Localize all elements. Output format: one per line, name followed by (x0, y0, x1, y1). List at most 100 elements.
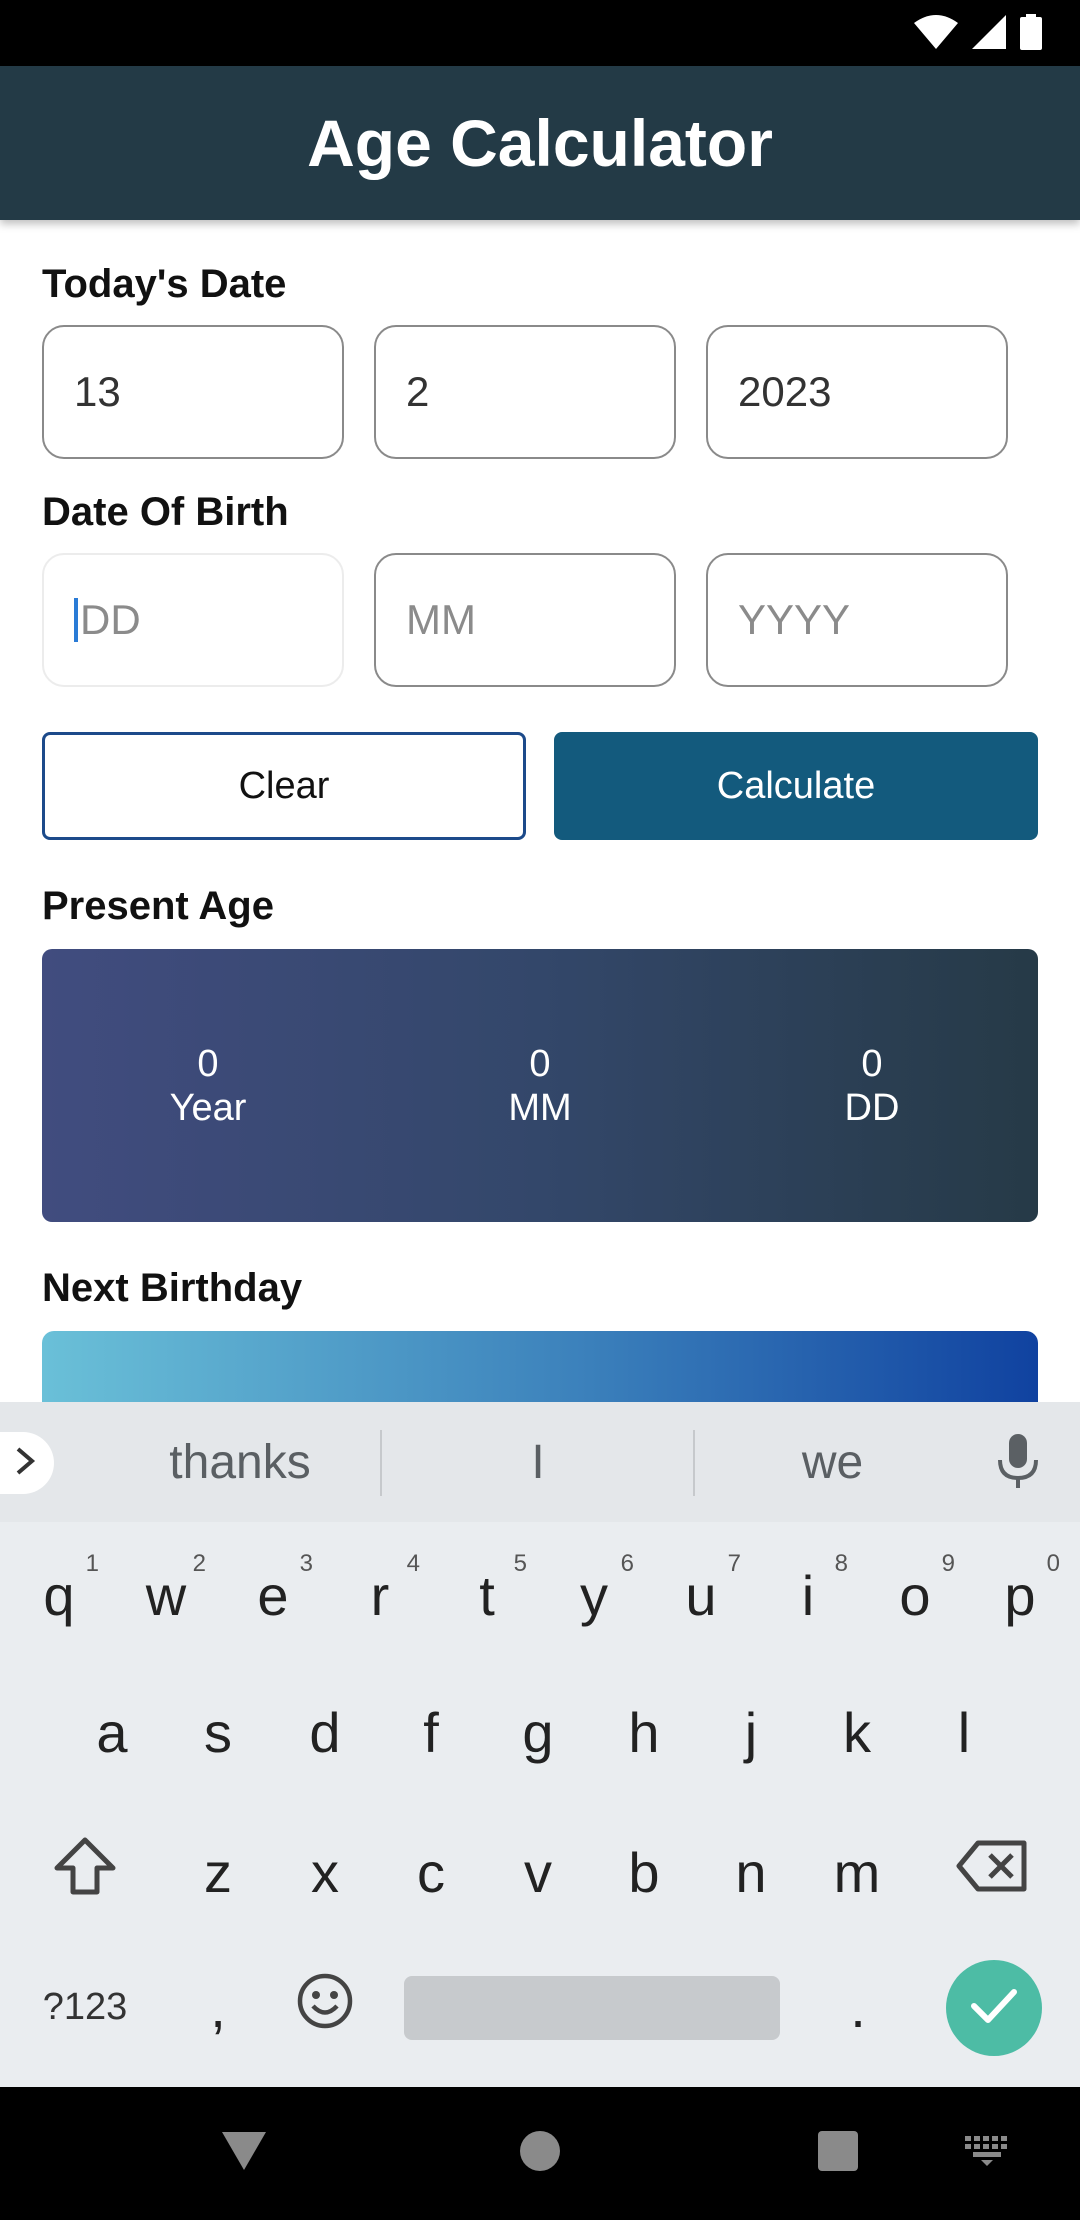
back-triangle-icon (220, 2130, 268, 2177)
birth-day-field[interactable]: DD (42, 553, 344, 687)
key-hint: 4 (406, 1550, 420, 1577)
emoji-icon (296, 1972, 354, 2043)
key-a[interactable]: a (62, 1677, 162, 1787)
key-l[interactable]: l (914, 1677, 1014, 1787)
recents-button[interactable] (798, 2087, 878, 2220)
chevron-right-icon (12, 1446, 38, 1481)
age-months-value: 0 (529, 1042, 551, 1085)
key-label: t (479, 1563, 495, 1627)
space-bar[interactable] (404, 1976, 780, 2040)
key-p[interactable]: p0 (970, 1540, 1070, 1650)
key-w[interactable]: w2 (116, 1540, 216, 1650)
key-label: w (145, 1563, 187, 1627)
key-label: q (43, 1563, 75, 1627)
key-g[interactable]: g (488, 1677, 588, 1787)
key-h[interactable]: h (594, 1677, 694, 1787)
present-age-label: Present Age (42, 884, 274, 928)
key-hint: 2 (192, 1550, 206, 1577)
birth-day-placeholder: DD (80, 596, 141, 643)
key-label: u (685, 1563, 717, 1627)
suggestion-strip: thanks I we (0, 1402, 1080, 1522)
birth-month-placeholder: MM (406, 596, 476, 643)
key-r[interactable]: r4 (330, 1540, 430, 1650)
keyboard-switch-button[interactable] (952, 2087, 1022, 2220)
key-hint: 8 (834, 1550, 848, 1577)
key-y[interactable]: y6 (544, 1540, 644, 1650)
comma-key[interactable]: , (168, 1952, 268, 2062)
key-hint: 6 (620, 1550, 634, 1577)
key-label: e (257, 1563, 289, 1627)
key-j[interactable]: j (701, 1677, 801, 1787)
backspace-key[interactable] (942, 1817, 1042, 1927)
keyboard-icon (965, 2136, 1009, 2171)
key-i[interactable]: i8 (758, 1540, 858, 1650)
key-hint: 1 (85, 1550, 99, 1577)
checkmark-icon (970, 1986, 1018, 2031)
date-of-birth-row: DD MM YYYY (42, 553, 1008, 687)
date-of-birth-label: Date Of Birth (42, 490, 289, 534)
today-month-value: 2 (406, 368, 430, 415)
suggestion-3[interactable]: we (695, 1420, 970, 1504)
today-year-value: 2023 (738, 368, 832, 415)
key-o[interactable]: o9 (865, 1540, 965, 1650)
action-buttons: Clear Calculate (42, 732, 1038, 840)
key-label: o (899, 1563, 931, 1627)
birth-year-field[interactable]: YYYY (706, 553, 1008, 687)
age-years-unit: Year (169, 1086, 247, 1129)
microphone-icon[interactable] (996, 1434, 1040, 1495)
birth-month-field[interactable]: MM (374, 553, 676, 687)
key-hint: 0 (1046, 1550, 1060, 1577)
today-day-field[interactable]: 13 (42, 325, 344, 459)
key-d[interactable]: d (275, 1677, 375, 1787)
signal-icon (972, 15, 1006, 54)
calculate-button[interactable]: Calculate (554, 732, 1038, 840)
present-age-card: 0 Year 0 MM 0 DD (42, 949, 1038, 1222)
battery-icon (1020, 14, 1042, 55)
backspace-icon (956, 1840, 1028, 1905)
today-month-field[interactable]: 2 (374, 325, 676, 459)
symbols-key[interactable]: ?123 (35, 1952, 135, 2062)
key-v[interactable]: v (488, 1817, 588, 1927)
key-hint: 5 (513, 1550, 527, 1577)
key-b[interactable]: b (594, 1817, 694, 1927)
text-cursor (74, 598, 78, 642)
enter-key[interactable] (946, 1960, 1042, 2056)
todays-date-label: Today's Date (42, 262, 287, 306)
today-year-field[interactable]: 2023 (706, 325, 1008, 459)
shift-icon (53, 1836, 117, 1909)
expand-toolbar-button[interactable] (0, 1432, 54, 1494)
home-circle-icon (519, 2130, 561, 2177)
recents-square-icon (817, 2130, 859, 2177)
key-k[interactable]: k (807, 1677, 907, 1787)
key-z[interactable]: z (168, 1817, 268, 1927)
soft-keyboard: thanks I we q1 w2 e3 r4 t5 y6 u7 i8 o9 p… (0, 1402, 1080, 2087)
emoji-key[interactable] (275, 1952, 375, 2062)
key-x[interactable]: x (275, 1817, 375, 1927)
status-bar (0, 0, 1080, 66)
age-years: 0 Year (108, 1042, 308, 1130)
next-birthday-label: Next Birthday (42, 1266, 303, 1310)
todays-date-row: 13 2 2023 (42, 325, 1008, 459)
home-button[interactable] (500, 2087, 580, 2220)
key-hint: 7 (727, 1550, 741, 1577)
suggestion-1[interactable]: thanks (80, 1420, 400, 1504)
key-t[interactable]: t5 (437, 1540, 537, 1650)
period-key[interactable]: . (808, 1952, 908, 2062)
key-f[interactable]: f (381, 1677, 481, 1787)
clear-button[interactable]: Clear (42, 732, 526, 840)
key-n[interactable]: n (701, 1817, 801, 1927)
age-years-value: 0 (197, 1042, 219, 1085)
key-label: r (370, 1563, 390, 1627)
key-u[interactable]: u7 (651, 1540, 751, 1650)
key-s[interactable]: s (168, 1677, 268, 1787)
app-title: Age Calculator (307, 106, 773, 180)
suggestion-2[interactable]: I (382, 1420, 694, 1504)
back-button[interactable] (204, 2087, 284, 2220)
wifi-icon (914, 15, 958, 54)
key-q[interactable]: q1 (9, 1540, 109, 1650)
key-c[interactable]: c (381, 1817, 481, 1927)
shift-key[interactable] (35, 1817, 135, 1927)
key-m[interactable]: m (807, 1817, 907, 1927)
age-days-unit: DD (844, 1086, 900, 1129)
key-e[interactable]: e3 (223, 1540, 323, 1650)
